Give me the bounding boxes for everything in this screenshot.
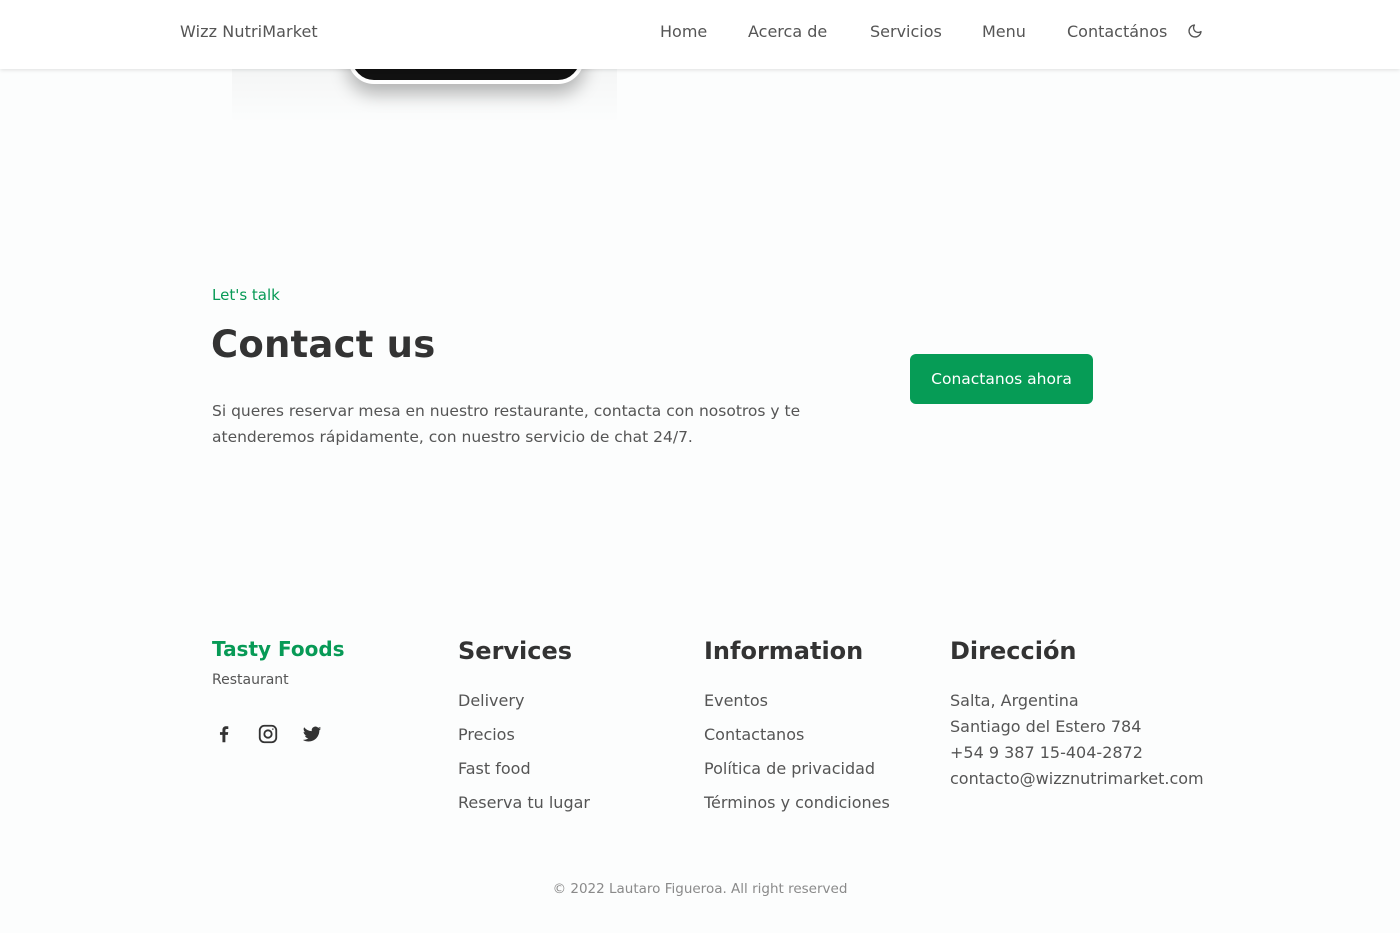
information-title: Information bbox=[704, 637, 864, 665]
nav-home[interactable]: Home bbox=[660, 22, 707, 41]
twitter-icon[interactable] bbox=[301, 723, 323, 745]
info-link-eventos[interactable]: Eventos bbox=[704, 690, 890, 724]
site-header: Wizz NutriMarket Home Acerca de Servicio… bbox=[0, 0, 1400, 69]
footer-tagline: Restaurant bbox=[212, 672, 289, 688]
address-street: Santiago del Estero 784 bbox=[950, 717, 1142, 736]
services-link-reserva[interactable]: Reserva tu lugar bbox=[458, 792, 590, 826]
address-email[interactable]: contacto@wizznutrimarket.com bbox=[950, 768, 1204, 794]
address-city: Salta, Argentina bbox=[950, 691, 1079, 710]
services-link-fast-food[interactable]: Fast food bbox=[458, 758, 590, 792]
address-phone: +54 9 387 15-404-2872 bbox=[950, 743, 1143, 762]
moon-icon[interactable] bbox=[1187, 23, 1203, 39]
info-link-terminos[interactable]: Términos y condiciones bbox=[704, 792, 890, 826]
services-link-precios[interactable]: Precios bbox=[458, 724, 590, 758]
contact-now-button[interactable]: Conactanos ahora bbox=[910, 354, 1093, 404]
services-title: Services bbox=[458, 637, 573, 665]
section-title: Contact us bbox=[211, 323, 436, 366]
nav-menu[interactable]: Menu bbox=[982, 22, 1026, 41]
nav-servicios[interactable]: Servicios bbox=[870, 22, 942, 41]
section-subtitle: Let's talk bbox=[212, 286, 280, 304]
contact-description: Si queres reservar mesa en nuestro resta… bbox=[212, 402, 801, 446]
facebook-icon[interactable] bbox=[213, 723, 235, 745]
nav-contactanos[interactable]: Contactános bbox=[1067, 22, 1167, 41]
nav-acerca-de[interactable]: Acerca de bbox=[748, 22, 827, 41]
footer-brand[interactable]: Tasty Foods bbox=[212, 637, 345, 661]
information-list: Eventos Contactanos Política de privacid… bbox=[704, 690, 890, 826]
services-list: Delivery Precios Fast food Reserva tu lu… bbox=[458, 690, 590, 826]
copyright-text: © 2022 Lautaro Figueroa. All right reser… bbox=[552, 881, 848, 897]
instagram-icon[interactable] bbox=[257, 723, 279, 745]
address-block: Salta, Argentina Santiago del Estero 784… bbox=[950, 690, 1204, 794]
address-title: Dirección bbox=[950, 637, 1077, 665]
services-link-delivery[interactable]: Delivery bbox=[458, 690, 590, 724]
info-link-privacidad[interactable]: Política de privacidad bbox=[704, 758, 890, 792]
info-link-contactanos[interactable]: Contactanos bbox=[704, 724, 890, 758]
